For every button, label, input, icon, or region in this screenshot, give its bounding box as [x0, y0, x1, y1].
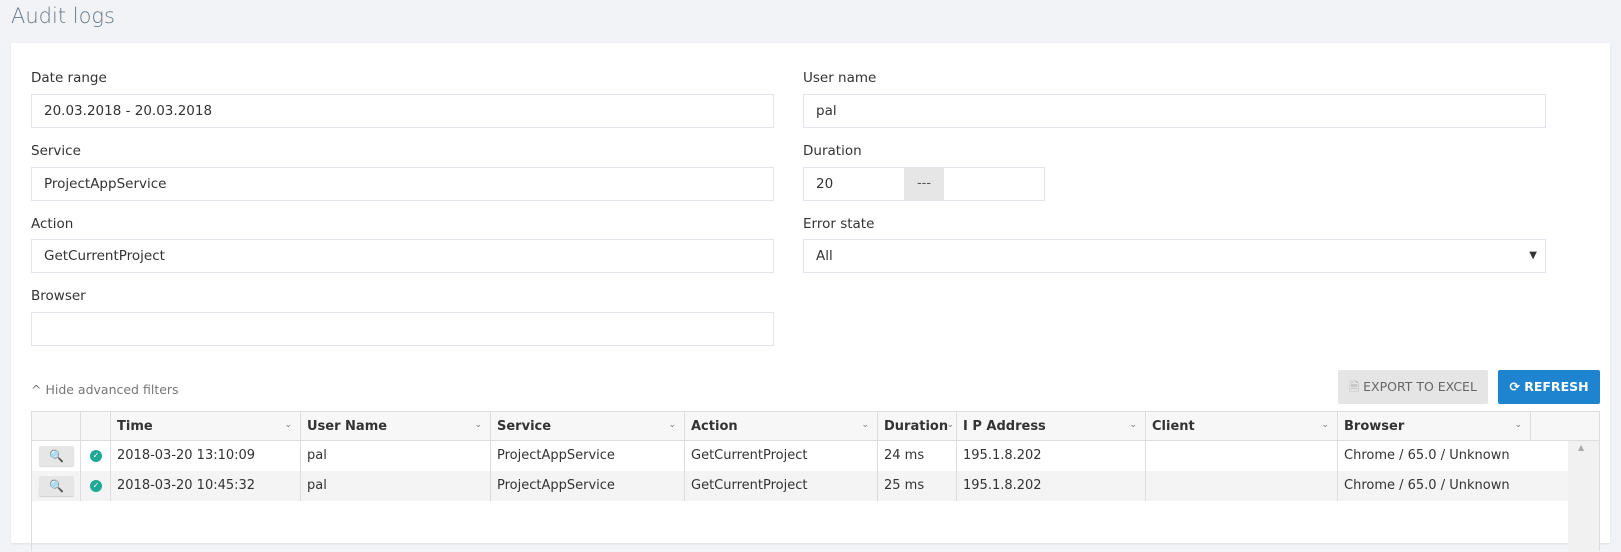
- date-range-label: Date range: [31, 70, 107, 86]
- table-row[interactable]: 🔍 ✓ 2018-03-20 10:45:32 pal ProjectAppSe…: [32, 471, 1569, 501]
- error-state-value: All: [816, 248, 833, 264]
- duration-to-input[interactable]: [945, 168, 1045, 200]
- action-input[interactable]: GetCurrentProject: [31, 239, 774, 273]
- scroll-up-icon: ▲: [1578, 443, 1585, 452]
- browser-input[interactable]: [31, 312, 774, 346]
- browser-label: Browser: [31, 288, 86, 304]
- cell-service: ProjectAppService: [491, 471, 685, 501]
- user-name-label: User name: [803, 70, 877, 86]
- header-user-name[interactable]: User Name ⌄: [301, 412, 491, 441]
- chevron-down-icon: ⌄: [1321, 420, 1329, 430]
- table-row[interactable]: 🔍 ✓ 2018-03-20 13:10:09 pal ProjectAppSe…: [32, 441, 1569, 471]
- cell-time: 2018-03-20 13:10:09: [111, 441, 301, 471]
- date-range-input[interactable]: 20.03.2018 - 20.03.2018: [31, 94, 774, 128]
- cell-ip: 195.1.8.202: [957, 471, 1146, 501]
- success-check-icon: ✓: [90, 450, 102, 462]
- vertical-scrollbar[interactable]: ▲: [1568, 441, 1599, 552]
- hide-advanced-filters-link[interactable]: ^ Hide advanced filters: [31, 382, 179, 397]
- cell-browser: Chrome / 65.0 / Unknown: [1344, 478, 1510, 493]
- duration-from-input[interactable]: 20: [816, 168, 833, 200]
- header-browser[interactable]: Browser ⌄: [1338, 412, 1531, 441]
- page-title: Audit logs: [11, 4, 115, 28]
- header-duration[interactable]: Duration ⌄: [878, 412, 957, 441]
- chevron-down-icon: ⌄: [946, 420, 954, 430]
- header-action[interactable]: Action ⌄: [685, 412, 878, 441]
- refresh-button[interactable]: ⟳ REFRESH: [1498, 370, 1600, 404]
- cell-service: ProjectAppService: [491, 441, 685, 471]
- view-details-button[interactable]: 🔍: [39, 476, 74, 496]
- refresh-icon: ⟳: [1509, 379, 1525, 394]
- duration-separator: ---: [904, 168, 944, 200]
- export-to-excel-button[interactable]: 🗎 EXPORT TO EXCEL: [1338, 370, 1488, 404]
- chevron-down-icon: ⌄: [1514, 420, 1522, 430]
- duration-group: 20 ---: [803, 167, 1045, 201]
- view-details-button[interactable]: 🔍: [39, 446, 74, 466]
- header-time[interactable]: Time ⌄: [111, 412, 301, 441]
- chevron-down-icon: ⌄: [1129, 420, 1137, 430]
- action-label: Action: [31, 216, 74, 232]
- excel-file-icon: 🗎: [1349, 379, 1364, 394]
- cell-action: GetCurrentProject: [685, 471, 878, 501]
- service-label: Service: [31, 143, 81, 159]
- error-state-select[interactable]: All ▼: [803, 239, 1546, 273]
- duration-label: Duration: [803, 143, 862, 159]
- header-ip-address[interactable]: I P Address ⌄: [957, 412, 1146, 441]
- chevron-down-icon: ⌄: [284, 420, 292, 430]
- service-input[interactable]: ProjectAppService: [31, 167, 774, 201]
- cell-action: GetCurrentProject: [685, 441, 878, 471]
- chevron-down-icon: ⌄: [861, 420, 869, 430]
- cell-browser: Chrome / 65.0 / Unknown: [1344, 448, 1510, 463]
- chevron-down-icon: ⌄: [668, 420, 676, 430]
- cell-user: pal: [301, 441, 491, 471]
- chevron-up-icon: ^: [31, 382, 46, 397]
- chevron-down-icon: ⌄: [474, 420, 482, 430]
- header-client[interactable]: Client ⌄: [1146, 412, 1338, 441]
- cell-duration: 24 ms: [878, 441, 957, 471]
- cell-duration: 25 ms: [878, 471, 957, 501]
- audit-log-table: Time ⌄ User Name ⌄ Service ⌄ Action ⌄ Durati…: [31, 411, 1600, 552]
- success-check-icon: ✓: [90, 480, 102, 492]
- caret-down-icon: ▼: [1529, 250, 1537, 261]
- header-status: [81, 412, 111, 441]
- cell-client: [1146, 471, 1338, 501]
- error-state-label: Error state: [803, 216, 875, 232]
- search-icon: 🔍: [49, 479, 64, 493]
- table-header: Time ⌄ User Name ⌄ Service ⌄ Action ⌄ Durati…: [32, 412, 1599, 441]
- cell-ip: 195.1.8.202: [957, 441, 1146, 471]
- cell-client: [1146, 441, 1338, 471]
- search-icon: 🔍: [49, 449, 64, 463]
- user-name-input[interactable]: pal: [803, 94, 1546, 128]
- filter-panel: Date range 20.03.2018 - 20.03.2018 User …: [11, 43, 1610, 552]
- header-service[interactable]: Service ⌄: [491, 412, 685, 441]
- header-actions: [32, 412, 81, 441]
- cell-time: 2018-03-20 10:45:32: [111, 471, 301, 501]
- cell-user: pal: [301, 471, 491, 501]
